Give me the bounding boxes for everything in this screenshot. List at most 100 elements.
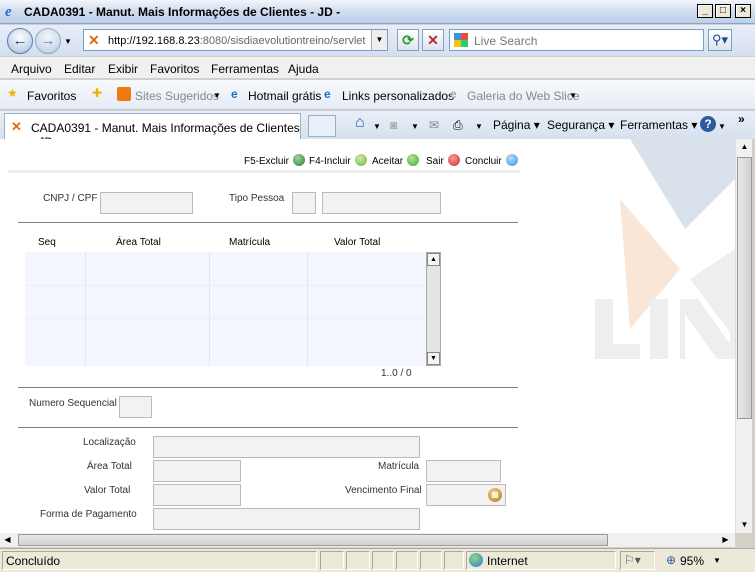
zoom-dropdown-icon[interactable]: ▼ [713, 556, 721, 565]
numero-sequencial-label: Numero Sequencial [29, 398, 117, 409]
status-cell [372, 551, 394, 570]
vencimento-final-input[interactable]: ▦ [426, 484, 506, 506]
menu-favoritos[interactable]: Favoritos [150, 62, 199, 76]
col-matricula[interactable]: Matrícula [229, 237, 270, 248]
menu-exibir[interactable]: Exibir [108, 62, 138, 76]
cmd-ferramentas[interactable]: Ferramentas ▾ [620, 118, 697, 132]
fav-hotmail[interactable]: Hotmail grátis [248, 89, 321, 103]
webslice-dropdown-icon[interactable]: ▼ [569, 91, 577, 100]
feeds-dropdown-icon[interactable]: ▼ [411, 122, 419, 131]
menu-ferramentas[interactable]: Ferramentas [211, 62, 279, 76]
forward-button[interactable]: → [35, 28, 61, 54]
col-valor-total[interactable]: Valor Total [334, 237, 380, 248]
feeds-icon[interactable]: ◙ [390, 118, 397, 132]
grid-scrollbar[interactable]: ▲ ▼ [426, 252, 441, 366]
menu-ajuda[interactable]: Ajuda [288, 62, 319, 76]
aceitar-button[interactable]: Aceitar [372, 154, 422, 167]
grid-scroll-down-icon[interactable]: ▼ [427, 352, 440, 365]
col-area-total[interactable]: Área Total [116, 237, 161, 248]
page-horizontal-scrollbar[interactable]: ◀ ▶ [0, 533, 735, 547]
tab-favicon-icon: ✕ [11, 119, 22, 134]
close-window-button[interactable]: × [735, 4, 751, 18]
data-grid[interactable] [25, 252, 426, 366]
matricula-input[interactable] [426, 460, 501, 482]
favorites-bar: ★ Favoritos ✚ Sites Sugeridos ▼ e Hotmai… [0, 80, 755, 110]
address-dropdown-icon[interactable]: ▼ [371, 30, 387, 50]
protected-mode-icon[interactable]: ⚐▾ [624, 553, 641, 567]
numero-sequencial-input[interactable] [119, 396, 152, 418]
print-dropdown-icon[interactable]: ▼ [475, 122, 483, 131]
valor-total-input[interactable] [153, 484, 241, 506]
menu-editar[interactable]: Editar [64, 62, 95, 76]
section-divider-1 [18, 222, 518, 223]
tab-active[interactable]: ✕ CADA0391 - Manut. Mais Informações de … [4, 113, 301, 149]
mail-icon[interactable]: ✉ [429, 118, 439, 132]
grid-row-divider [25, 285, 426, 286]
suggested-dropdown-icon[interactable]: ▼ [213, 91, 221, 100]
home-dropdown-icon[interactable]: ▼ [373, 122, 381, 131]
f4-incluir-button[interactable]: F4-Incluir [309, 154, 370, 167]
sair-label: Sair [426, 156, 444, 167]
address-bar[interactable]: ✕ http://192.168.8.23:8080/sisdiaevoluti… [83, 29, 388, 51]
zoom-level[interactable]: 95% [680, 554, 704, 568]
sair-button[interactable]: Sair [426, 154, 463, 167]
minimize-button[interactable]: _ [697, 4, 713, 18]
status-cell [444, 551, 464, 570]
zoom-icon[interactable]: ⊕ [666, 553, 676, 567]
scroll-right-icon[interactable]: ▶ [718, 532, 733, 548]
help-icon[interactable]: ? [700, 116, 716, 132]
history-dropdown-icon[interactable]: ▼ [64, 37, 72, 46]
fav-suggested-sites[interactable]: Sites Sugeridos [135, 89, 219, 103]
f4-incluir-label: F4-Incluir [309, 156, 351, 167]
favorites-button[interactable]: Favoritos [27, 89, 76, 103]
page-content: F5-Excluir F4-Incluir Aceitar Sair Concl… [0, 139, 735, 533]
localizacao-input[interactable] [153, 436, 420, 458]
section-divider-2 [18, 387, 518, 388]
maximize-button[interactable]: □ [715, 4, 731, 18]
grid-scroll-up-icon[interactable]: ▲ [427, 253, 440, 266]
cmd-pagina[interactable]: Página ▾ [493, 118, 540, 132]
grid-col-divider [209, 252, 210, 366]
site-favicon-icon: ✕ [88, 32, 100, 48]
page-vertical-scrollbar[interactable]: ▲ ▼ [735, 139, 752, 533]
cnpj-input[interactable] [100, 192, 193, 214]
tipo-pessoa-code-input[interactable] [292, 192, 316, 214]
cmd-seguranca[interactable]: Segurança ▾ [547, 118, 614, 132]
stop-button[interactable]: ✕ [422, 29, 444, 51]
status-cell [320, 551, 344, 570]
print-icon[interactable]: ⎙ [453, 118, 463, 133]
vertical-scroll-thumb[interactable] [737, 157, 752, 419]
col-seq[interactable]: Seq [38, 237, 56, 248]
localizacao-label: Localização [83, 437, 136, 448]
status-text: Concluído [6, 554, 61, 568]
scroll-down-icon[interactable]: ▼ [737, 517, 752, 533]
scroll-left-icon[interactable]: ◀ [0, 532, 15, 548]
refresh-button[interactable]: ⟳ [397, 29, 419, 51]
horizontal-scroll-thumb[interactable] [18, 534, 608, 546]
forma-pagamento-input[interactable] [153, 508, 420, 530]
scroll-up-icon[interactable]: ▲ [737, 139, 752, 155]
conclude-check-icon [505, 154, 518, 166]
url-path: :8080/sisdiaevolutiontreino/servlet [199, 35, 366, 47]
more-commands-icon[interactable]: » [738, 112, 745, 126]
concluir-button[interactable]: Concluir [465, 154, 521, 167]
home-icon[interactable]: ⌂ [355, 114, 365, 132]
add-favorite-icon[interactable]: ✚ [92, 86, 102, 100]
calendar-icon[interactable]: ▦ [488, 488, 502, 502]
matricula-label: Matrícula [378, 461, 420, 472]
new-tab-button[interactable] [308, 115, 336, 137]
aceitar-label: Aceitar [372, 156, 404, 167]
area-total-input[interactable] [153, 460, 241, 482]
tab-bar: ✕ CADA0391 - Manut. Mais Informações de … [0, 111, 755, 149]
f5-excluir-button[interactable]: F5-Excluir [244, 154, 308, 167]
help-dropdown-icon[interactable]: ▼ [718, 122, 726, 131]
menu-arquivo[interactable]: Arquivo [11, 62, 52, 76]
fav-custom-links[interactable]: Links personalizados [342, 89, 454, 103]
back-button[interactable]: ← [7, 28, 33, 54]
search-box[interactable]: Live Search [449, 29, 704, 51]
delete-icon [293, 154, 306, 166]
fav-web-slice[interactable]: Galeria do Web Slice [467, 89, 580, 103]
cmd-pagina-label: Página [493, 118, 531, 132]
search-go-button[interactable]: ⚲▾ [708, 29, 732, 51]
tipo-pessoa-desc-input[interactable] [322, 192, 441, 214]
